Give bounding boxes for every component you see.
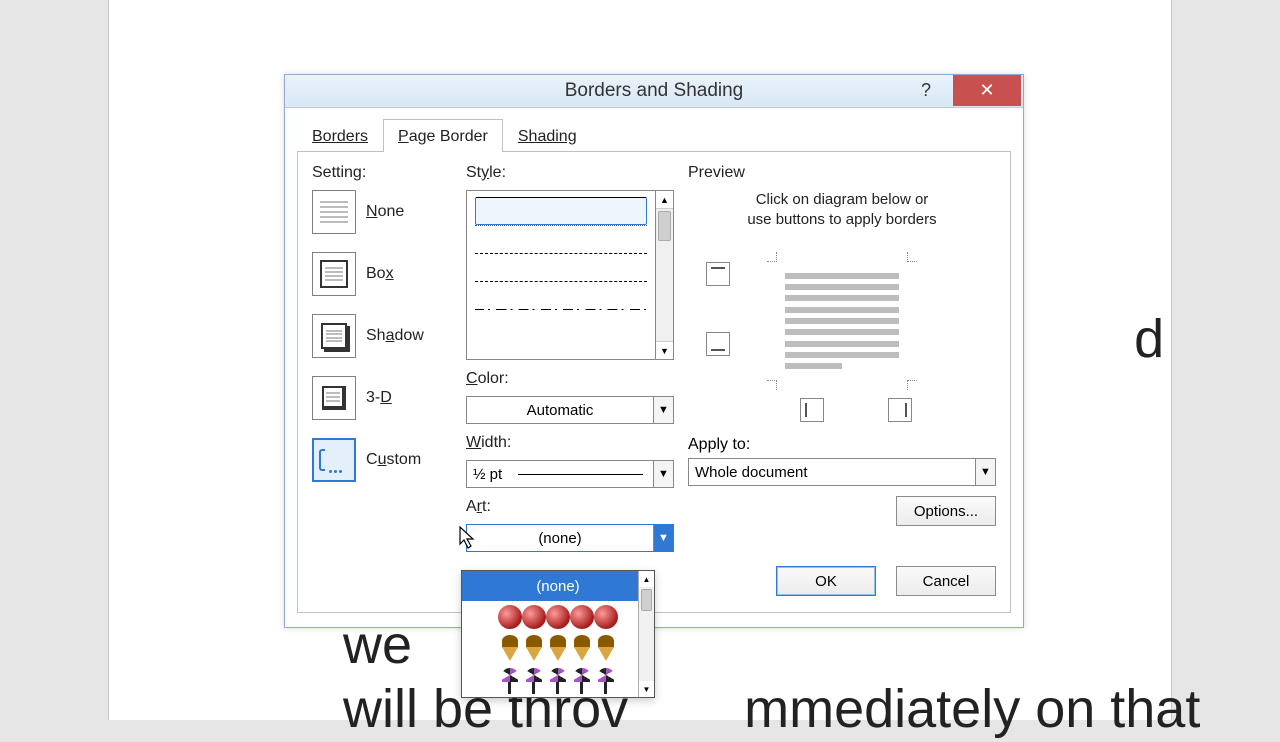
style-dash-med[interactable]	[475, 281, 647, 309]
options-button[interactable]: Options...	[896, 496, 996, 526]
apply-to-combo[interactable]: Whole document ▼	[688, 458, 996, 486]
help-icon: ?	[921, 80, 931, 101]
help-button[interactable]: ?	[905, 75, 947, 106]
art-value: (none)	[467, 530, 653, 547]
art-option-umbrellas[interactable]	[462, 665, 654, 697]
setting-box-label: Box	[366, 265, 394, 283]
art-label: Art:	[466, 498, 674, 516]
art-option-icecream[interactable]	[462, 633, 654, 665]
setting-shadow[interactable]: Shadow	[312, 314, 452, 358]
setting-3d[interactable]: 3-D	[312, 376, 452, 420]
setting-3d-label: 3-D	[366, 389, 392, 407]
setting-label: Setting:	[312, 164, 452, 182]
tab-shading[interactable]: Shading	[503, 119, 592, 152]
setting-shadow-icon	[312, 314, 356, 358]
art-combo[interactable]: (none) ▼	[466, 524, 674, 552]
border-right-button[interactable]	[888, 398, 912, 422]
scroll-down-icon[interactable]: ▼	[639, 681, 654, 697]
chevron-down-icon[interactable]: ▼	[653, 397, 673, 423]
scroll-thumb[interactable]	[641, 589, 652, 611]
dialog-button-row: OK Cancel	[688, 566, 996, 596]
apply-to-value: Whole document	[689, 464, 975, 481]
style-column: Style: ▲ ▼ Color:	[466, 164, 674, 596]
borders-shading-dialog: Borders and Shading ? ✕ Borders Page Bor…	[284, 74, 1024, 628]
border-bottom-button[interactable]	[706, 332, 730, 356]
preview-hint: Click on diagram below or use buttons to…	[688, 190, 996, 230]
setting-shadow-label: Shadow	[366, 327, 424, 345]
width-value: ½ pt	[467, 466, 508, 483]
setting-custom-label: Custom	[366, 451, 421, 469]
setting-none-label: None	[366, 203, 404, 221]
setting-none[interactable]: None	[312, 190, 452, 234]
tab-page-border[interactable]: Page Border	[383, 119, 503, 152]
style-scrollbar[interactable]: ▲ ▼	[655, 191, 673, 359]
setting-3d-icon	[312, 376, 356, 420]
setting-custom[interactable]: Custom	[312, 438, 452, 482]
width-combo[interactable]: ½ pt ▼	[466, 460, 674, 488]
color-combo[interactable]: Automatic ▼	[466, 396, 674, 424]
dialog-tabs: Borders Page Border Shading	[297, 118, 1011, 152]
close-icon: ✕	[979, 80, 994, 101]
ok-button[interactable]: OK	[776, 566, 876, 596]
border-top-button[interactable]	[706, 262, 730, 286]
preview-diagram[interactable]	[688, 246, 996, 396]
scroll-thumb[interactable]	[658, 211, 671, 241]
border-left-button[interactable]	[800, 398, 824, 422]
setting-none-icon	[312, 190, 356, 234]
setting-custom-icon	[312, 438, 356, 482]
color-value: Automatic	[467, 402, 653, 419]
apply-to-label: Apply to:	[688, 436, 996, 454]
preview-label: Preview	[688, 164, 996, 182]
dialog-body: Borders Page Border Shading Setting: Non…	[285, 108, 1023, 627]
cancel-button[interactable]: Cancel	[896, 566, 996, 596]
style-list[interactable]: ▲ ▼	[466, 190, 674, 360]
width-label: Width:	[466, 434, 674, 452]
setting-column: Setting: None Box Shadow 3-D	[312, 164, 452, 596]
scroll-up-icon[interactable]: ▲	[639, 571, 654, 587]
scroll-up-icon[interactable]: ▲	[656, 191, 673, 209]
dialog-content: Setting: None Box Shadow 3-D	[297, 152, 1011, 613]
scroll-down-icon[interactable]: ▼	[656, 341, 673, 359]
art-option-apples[interactable]	[462, 601, 654, 633]
art-option-none[interactable]: (none)	[462, 571, 654, 601]
preview-column: Preview Click on diagram below or use bu…	[688, 164, 996, 596]
chevron-down-icon[interactable]: ▼	[653, 525, 673, 551]
setting-box[interactable]: Box	[312, 252, 452, 296]
art-scrollbar[interactable]: ▲ ▼	[638, 571, 654, 697]
chevron-down-icon[interactable]: ▼	[975, 459, 995, 485]
style-dash-small[interactable]	[475, 253, 647, 281]
style-dash-dot[interactable]	[475, 309, 647, 337]
style-solid[interactable]	[475, 197, 647, 225]
tab-borders[interactable]: Borders	[297, 119, 383, 152]
chevron-down-icon[interactable]: ▼	[653, 461, 673, 487]
text-frag: mmediately on that	[744, 679, 1200, 739]
width-preview-line	[518, 474, 643, 475]
preview-page-icon[interactable]	[777, 262, 907, 380]
dialog-titlebar[interactable]: Borders and Shading ? ✕	[285, 75, 1023, 108]
style-label: Style:	[466, 164, 674, 182]
art-dropdown-list[interactable]: (none) ▲ ▼	[461, 570, 655, 698]
setting-box-icon	[312, 252, 356, 296]
close-button[interactable]: ✕	[953, 75, 1021, 106]
color-label: Color:	[466, 370, 674, 388]
text-frag: d	[1134, 309, 1164, 369]
style-dotted[interactable]	[475, 225, 647, 253]
dialog-title: Borders and Shading	[565, 80, 744, 102]
